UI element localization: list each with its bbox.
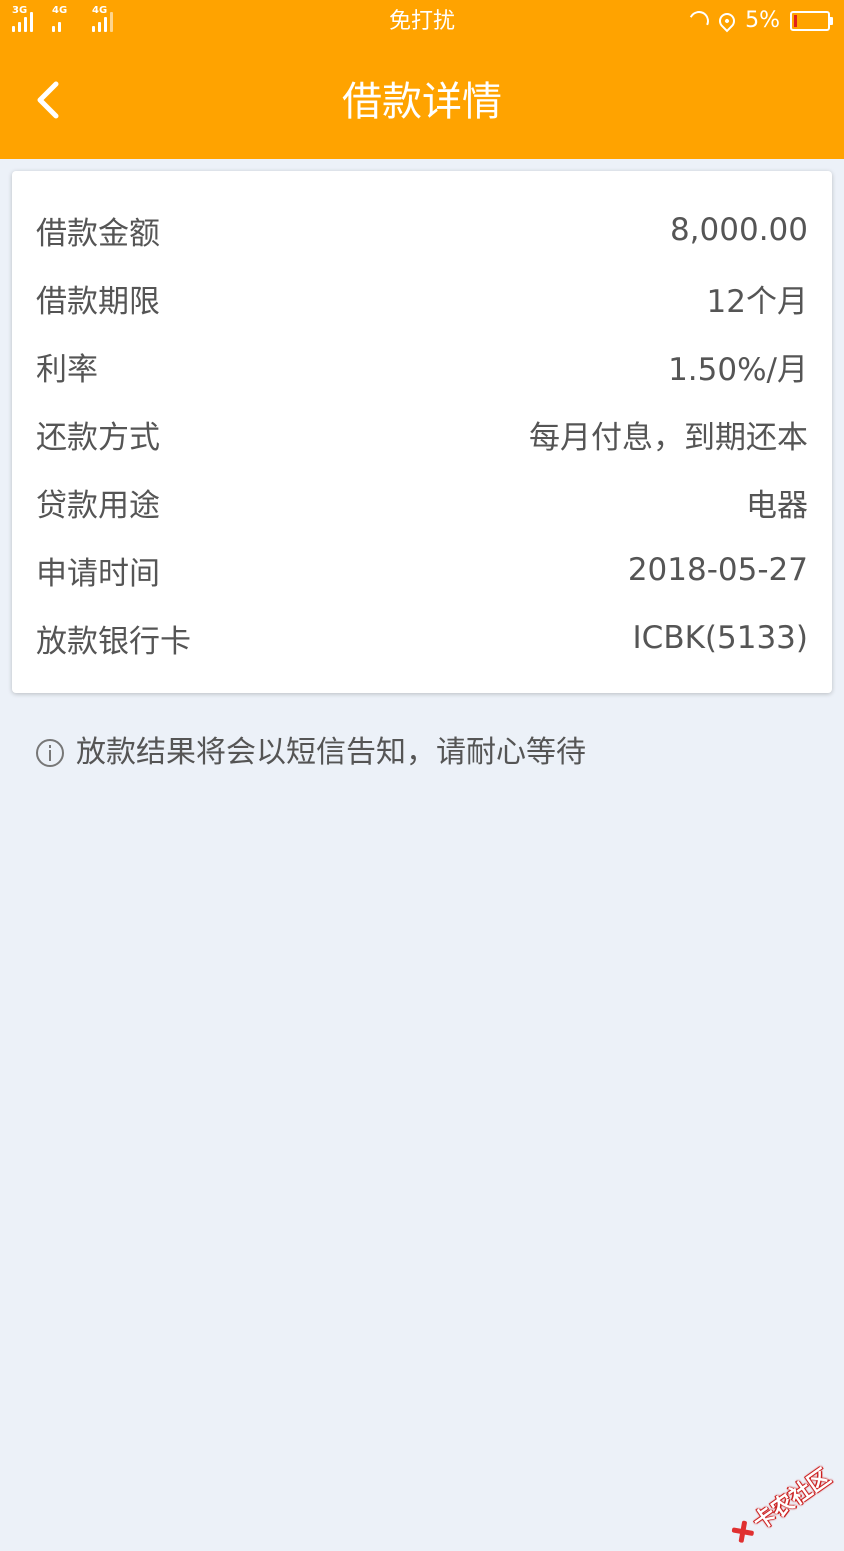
chevron-left-icon: [37, 81, 59, 119]
page-title: 借款详情: [342, 79, 502, 125]
detail-value: 8,000.00: [669, 212, 808, 248]
detail-row-bank-card: 放款银行卡 ICBK(5133): [36, 614, 808, 662]
info-icon: [36, 739, 64, 767]
loan-details-card: 借款金额 8,000.00 借款期限 12个月 利率 1.50%/月 还款方式 …: [12, 171, 832, 693]
battery-icon: [790, 11, 833, 31]
detail-row-amount: 借款金额 8,000.00: [36, 206, 808, 254]
detail-value: 电器: [746, 487, 808, 524]
detail-label: 还款方式: [36, 419, 160, 456]
detail-row-term: 借款期限 12个月: [36, 274, 808, 322]
detail-value: 2018-05-27: [627, 552, 808, 588]
battery-fill: [794, 15, 797, 27]
detail-label: 利率: [36, 351, 98, 388]
detail-value: 1.50%/月: [668, 351, 808, 388]
moon-icon: [686, 8, 712, 34]
detail-value: 每月付息，到期还本: [529, 419, 808, 456]
detail-row-apply-time: 申请时间 2018-05-27: [36, 546, 808, 594]
detail-label: 申请时间: [36, 555, 160, 592]
detail-label: 贷款用途: [36, 487, 160, 524]
detail-value: ICBK(5133): [632, 620, 808, 656]
notice-text: 放款结果将会以短信告知，请耐心等待: [76, 735, 586, 770]
detail-row-repayment: 还款方式 每月付息，到期还本: [36, 410, 808, 458]
app-bar: 借款详情: [0, 44, 844, 159]
status-icons: 5%: [686, 7, 833, 35]
detail-value: 12个月: [706, 283, 808, 320]
battery-percent: 5%: [745, 8, 780, 33]
watermark-text: 卡农社区: [748, 1464, 836, 1536]
detail-label: 借款期限: [36, 283, 160, 320]
detail-row-rate: 利率 1.50%/月: [36, 342, 808, 390]
detail-row-purpose: 贷款用途 电器: [36, 478, 808, 526]
location-icon: [715, 9, 739, 33]
detail-label: 借款金额: [36, 215, 160, 252]
detail-label: 放款银行卡: [36, 623, 191, 660]
back-button[interactable]: [26, 72, 76, 132]
status-bar: 3G 4G 4G 免打扰 5%: [0, 0, 844, 44]
disbursement-notice: 放款结果将会以短信告知，请耐心等待: [36, 730, 586, 776]
watermark: 卡农社区: [724, 1460, 836, 1551]
